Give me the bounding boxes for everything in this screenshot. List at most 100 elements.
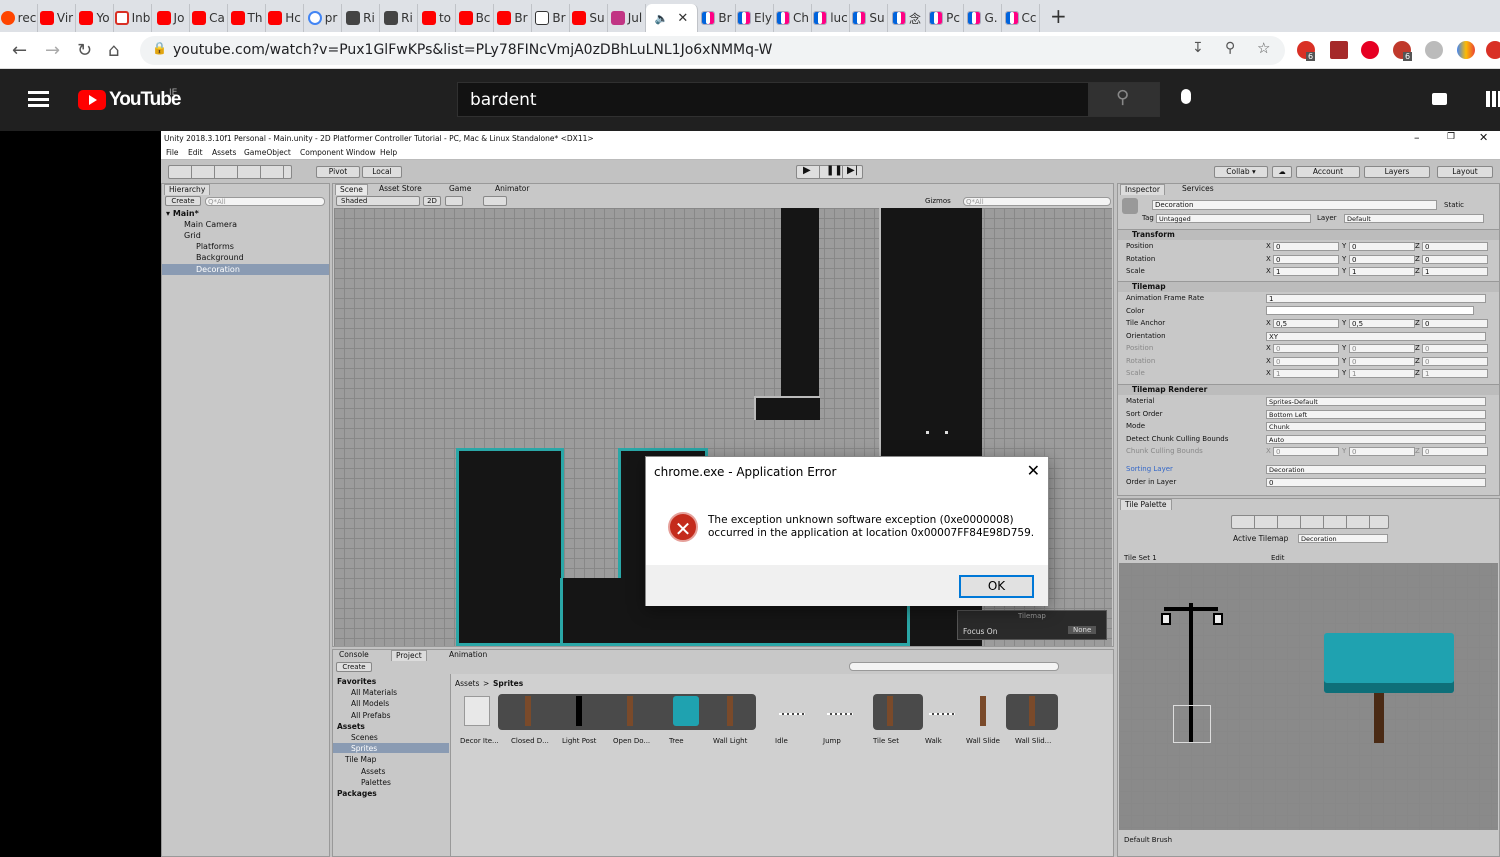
tab-tile-palette[interactable]: Tile Palette	[1120, 499, 1172, 510]
project-tree-item[interactable]: Palettes	[361, 778, 391, 787]
search-input[interactable]: bardent	[457, 82, 1089, 117]
focus-dropdown[interactable]: None	[1068, 626, 1097, 634]
asset-thumbnail[interactable]	[576, 696, 582, 726]
tab-inspector[interactable]: Inspector	[1120, 184, 1165, 195]
y-field[interactable]: 0	[1349, 344, 1415, 353]
breadcrumb-sprites[interactable]: Sprites	[493, 679, 523, 688]
gizmos-dropdown[interactable]: Gizmos	[925, 197, 951, 205]
menu-item[interactable]: Assets	[212, 148, 236, 157]
hierarchy-item[interactable]: Background	[196, 253, 244, 262]
y-field[interactable]: 0	[1349, 254, 1415, 264]
x-field[interactable]: 0	[1273, 447, 1339, 456]
asset-thumbnail[interactable]	[929, 713, 955, 715]
z-field[interactable]: 0	[1422, 242, 1488, 251]
tab-hierarchy[interactable]: Hierarchy	[164, 184, 211, 195]
browser-tab[interactable]: Br	[532, 4, 570, 32]
palette-set-dropdown[interactable]: Tile Set 1	[1124, 554, 1157, 562]
tab-services[interactable]: Services	[1178, 184, 1218, 195]
hierarchy-item[interactable]: Platforms	[196, 242, 234, 251]
color-field[interactable]	[1266, 306, 1474, 315]
active-tilemap-dropdown[interactable]: Decoration	[1298, 534, 1388, 543]
x-field[interactable]: 1	[1273, 369, 1339, 378]
asset-thumbnail[interactable]	[779, 713, 805, 715]
orientation-dropdown[interactable]: XY	[1266, 332, 1486, 341]
x-field[interactable]: 0	[1273, 356, 1339, 366]
y-field[interactable]: 0,5	[1349, 319, 1415, 328]
create-video-icon[interactable]	[1432, 93, 1447, 105]
tilemap-header[interactable]: Tilemap	[1132, 282, 1166, 291]
asset-thumbnail[interactable]	[525, 696, 531, 726]
tab-project[interactable]: Project	[391, 650, 427, 661]
property-dropdown[interactable]: Sprites-Default	[1266, 397, 1486, 406]
mode-2d-toggle[interactable]: 2D	[423, 196, 441, 206]
property-dropdown[interactable]: Chunk	[1266, 422, 1486, 431]
browser-tab[interactable]: G.	[964, 4, 1002, 32]
project-tree-item[interactable]: Packages	[337, 789, 377, 798]
reload-icon[interactable]: ↻	[77, 40, 92, 61]
breadcrumb-assets[interactable]: Assets	[455, 679, 479, 688]
extension-icon[interactable]	[1425, 41, 1443, 59]
z-field[interactable]: 0	[1422, 447, 1488, 456]
project-tree-item[interactable]: Favorites	[337, 677, 376, 686]
browser-tab[interactable]: Vir	[38, 4, 76, 32]
project-tree-item[interactable]: Tile Map	[345, 755, 376, 764]
browser-tab[interactable]: to	[418, 4, 456, 32]
menu-item[interactable]: Help	[380, 148, 397, 157]
static-checkbox[interactable]: Static	[1444, 201, 1464, 209]
browser-tab[interactable]: Su	[570, 4, 608, 32]
browser-tab[interactable]: 念	[888, 4, 926, 32]
y-field[interactable]: 1	[1349, 267, 1415, 276]
x-field[interactable]: 0	[1273, 242, 1339, 251]
collab-button[interactable]: Collab ▾	[1214, 166, 1268, 178]
asset-thumbnail[interactable]	[464, 696, 490, 726]
browser-tab[interactable]: Yo	[76, 4, 114, 32]
effects-icon[interactable]	[483, 196, 507, 206]
browser-tab[interactable]: Inb	[114, 4, 152, 32]
asset-thumbnail[interactable]	[727, 696, 733, 726]
browser-tab[interactable]: Jul	[608, 4, 646, 32]
menu-item[interactable]: Edit	[188, 148, 203, 157]
zoom-icon[interactable]: ⚲	[1225, 40, 1235, 56]
microphone-icon[interactable]	[1181, 89, 1191, 104]
close-tab-icon[interactable]: ✕	[677, 11, 688, 26]
pinterest-icon[interactable]	[1361, 41, 1379, 59]
back-icon[interactable]: ←	[12, 40, 27, 61]
brush-dropdown[interactable]: Default Brush	[1124, 836, 1172, 844]
asset-thumbnail[interactable]	[980, 696, 986, 726]
tab-asset-store[interactable]: Asset Store	[375, 184, 426, 195]
create-button[interactable]: Create	[165, 196, 201, 206]
project-tree-item[interactable]: Scenes	[351, 733, 378, 742]
z-field[interactable]: 0	[1422, 356, 1488, 366]
property-dropdown[interactable]: Auto	[1266, 434, 1486, 444]
sorting-layer-dropdown[interactable]: Decoration	[1266, 465, 1486, 474]
tab-console[interactable]: Console	[335, 650, 373, 661]
menu-item[interactable]: GameObject	[244, 148, 291, 157]
hierarchy-item-selected[interactable]: Decoration	[196, 265, 240, 274]
apps-icon[interactable]	[1486, 91, 1500, 107]
tab-game[interactable]: Game	[445, 184, 475, 195]
cloud-icon[interactable]: ☁	[1272, 166, 1292, 178]
browser-tab[interactable]: luc	[812, 4, 850, 32]
browser-tab[interactable]: Th	[228, 4, 266, 32]
extension-icon[interactable]	[1330, 41, 1348, 59]
browser-tab[interactable]: Br	[698, 4, 736, 32]
layers-button[interactable]: Layers	[1364, 166, 1430, 178]
tab-scene[interactable]: Scene	[335, 184, 368, 195]
browser-tab[interactable]: Ri	[380, 4, 418, 32]
y-field[interactable]: 0	[1349, 356, 1415, 366]
browser-tab[interactable]: Bc	[456, 4, 494, 32]
hierarchy-item[interactable]: Main Camera	[184, 220, 237, 229]
browser-tab[interactable]: pr	[304, 4, 342, 32]
z-field[interactable]: 0	[1422, 319, 1488, 328]
project-tree-item[interactable]: All Prefabs	[351, 711, 391, 720]
lighting-icon[interactable]	[445, 196, 463, 206]
bookmark-star-icon[interactable]: ☆	[1257, 39, 1270, 57]
z-field[interactable]: 1	[1422, 267, 1488, 276]
y-field[interactable]: 0	[1349, 447, 1415, 456]
project-tree-item[interactable]: All Materials	[351, 688, 397, 697]
local-button[interactable]: Local	[362, 166, 402, 178]
transform-tools[interactable]	[168, 165, 292, 179]
object-name-field[interactable]: Decoration	[1152, 200, 1437, 210]
speaker-icon[interactable]: 🔈	[655, 12, 669, 25]
asset-thumbnail[interactable]	[887, 696, 893, 726]
